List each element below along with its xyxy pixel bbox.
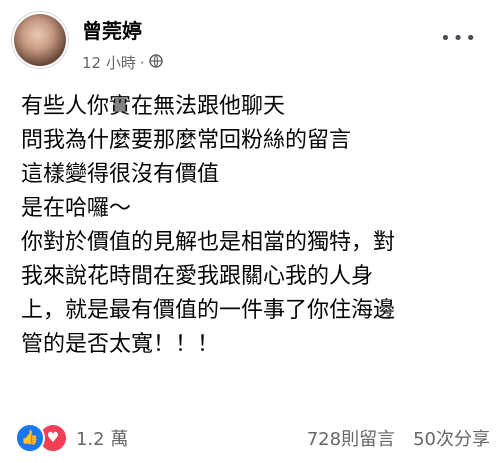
post-line-5: 你對於價值的見解也是相當的獨特，對	[21, 230, 396, 255]
more-options-icon[interactable]: •••	[440, 28, 478, 49]
post-avatar[interactable]	[14, 14, 66, 66]
post-line-3: 這樣變得很沒有價值	[21, 162, 220, 187]
reactions[interactable]: 👍 ♥ 1.2 萬	[15, 423, 128, 453]
post-body: 有些人你實在無法跟他聊天 問我為什麼要那麼常回粉絲的留言 這樣變得很沒有價值 是…	[21, 90, 491, 362]
post-line-1: 有些人你實在無法跟他聊天	[21, 94, 286, 119]
post-footer: 👍 ♥ 1.2 萬 728則留言 50次分享	[15, 423, 490, 453]
post-line-8: 管的是否太寬！！！	[21, 332, 220, 357]
post-meta: 12 小時 ·	[82, 52, 163, 73]
reaction-count[interactable]: 1.2 萬	[76, 425, 128, 451]
post-line-7: 上，就是最有價值的一件事了你住海邊	[21, 298, 396, 323]
comment-count[interactable]: 728則留言	[307, 425, 395, 451]
post-time[interactable]: 12 小時	[82, 52, 136, 73]
globe-icon	[148, 53, 163, 72]
post-author[interactable]: 曾莞婷	[82, 15, 142, 44]
like-icon: 👍	[15, 423, 45, 453]
share-count[interactable]: 50次分享	[413, 425, 490, 451]
meta-separator: ·	[139, 53, 145, 72]
post-line-2: 問我為什麼要那麼常回粉絲的留言	[21, 128, 352, 153]
post-line-4: 是在哈囉～	[21, 196, 132, 221]
post-line-6: 我來說花時間在愛我跟關心我的人身	[21, 264, 374, 289]
